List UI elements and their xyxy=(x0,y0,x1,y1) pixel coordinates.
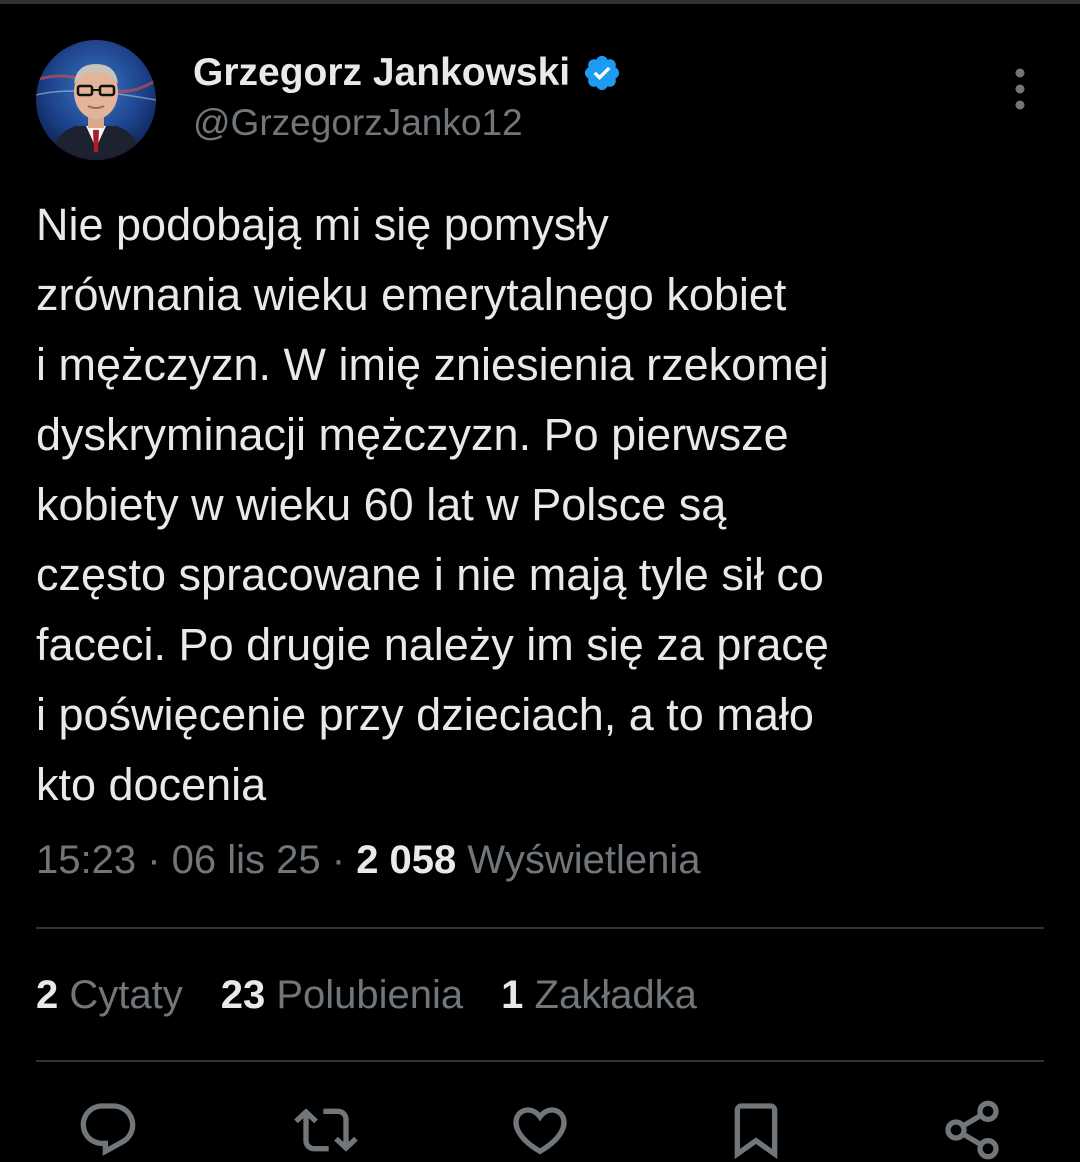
tweet-text-line: i mężczyzn. W imię zniesienia rzekomej xyxy=(36,339,829,390)
heart-icon[interactable] xyxy=(508,1098,572,1162)
more-vertical-icon[interactable] xyxy=(1005,66,1035,112)
views-label: Wyświetlenia xyxy=(456,838,701,882)
tweet-text-line: zrównania wieku emerytalnego kobiet xyxy=(36,269,787,320)
meta-separator: · xyxy=(136,838,172,882)
tweet-text-line: faceci. Po drugie należy im się za pracę xyxy=(36,619,829,670)
top-divider xyxy=(0,0,1080,4)
quotes-label: Cytaty xyxy=(58,973,183,1017)
tweet-meta: 15:23 · 06 lis 25 · 2 058 Wyświetlenia xyxy=(36,838,700,883)
retweet-icon[interactable] xyxy=(294,1098,358,1162)
author-handle[interactable]: @GrzegorzJanko12 xyxy=(193,102,523,144)
likes-count: 23 xyxy=(220,973,266,1017)
tweet-text-line: kobiety w wieku 60 lat w Polsce są xyxy=(36,479,727,530)
tweet-text-line: dyskryminacji mężczyzn. Po pierwsze xyxy=(36,409,789,460)
meta-separator: · xyxy=(320,838,357,882)
quotes-count: 2 xyxy=(36,973,59,1017)
author-name-row: Grzegorz Jankowski xyxy=(193,48,622,98)
views-count: 2 058 xyxy=(356,838,457,882)
share-icon[interactable] xyxy=(940,1098,1004,1162)
bookmark-icon[interactable] xyxy=(724,1098,788,1162)
tweet-date[interactable]: 06 lis 25 xyxy=(172,838,321,882)
avatar[interactable] xyxy=(36,40,156,160)
verified-badge-icon xyxy=(582,53,622,93)
tweet-text-line: Nie podobają mi się pomysły xyxy=(36,199,609,250)
tweet-time[interactable]: 15:23 xyxy=(36,838,136,882)
tweet-text-line: kto docenia xyxy=(36,759,267,810)
tweet-stats: 2 Cytaty 23 Polubienia 1 Zakładka xyxy=(36,973,735,1018)
reply-icon[interactable] xyxy=(76,1098,140,1162)
tweet-text: Nie podobają mi się pomysły zrównania wi… xyxy=(36,190,1046,820)
action-bar xyxy=(0,1098,1080,1160)
bookmarks-label: Zakładka xyxy=(523,973,697,1017)
divider xyxy=(36,1060,1044,1062)
likes-label: Polubienia xyxy=(265,973,464,1017)
author-name[interactable]: Grzegorz Jankowski xyxy=(193,51,570,95)
quotes-stat[interactable]: 2 Cytaty xyxy=(36,973,183,1018)
likes-stat[interactable]: 23 Polubienia xyxy=(221,973,463,1018)
bookmarks-count: 1 xyxy=(501,973,524,1017)
tweet-header: Grzegorz Jankowski @GrzegorzJanko12 xyxy=(36,40,1046,162)
tweet-text-line: i poświęcenie przy dzieciach, a to mało xyxy=(36,689,814,740)
bookmarks-stat[interactable]: 1 Zakładka xyxy=(501,973,697,1018)
divider xyxy=(36,927,1044,929)
tweet-text-line: często spracowane i nie mają tyle sił co xyxy=(36,549,824,600)
